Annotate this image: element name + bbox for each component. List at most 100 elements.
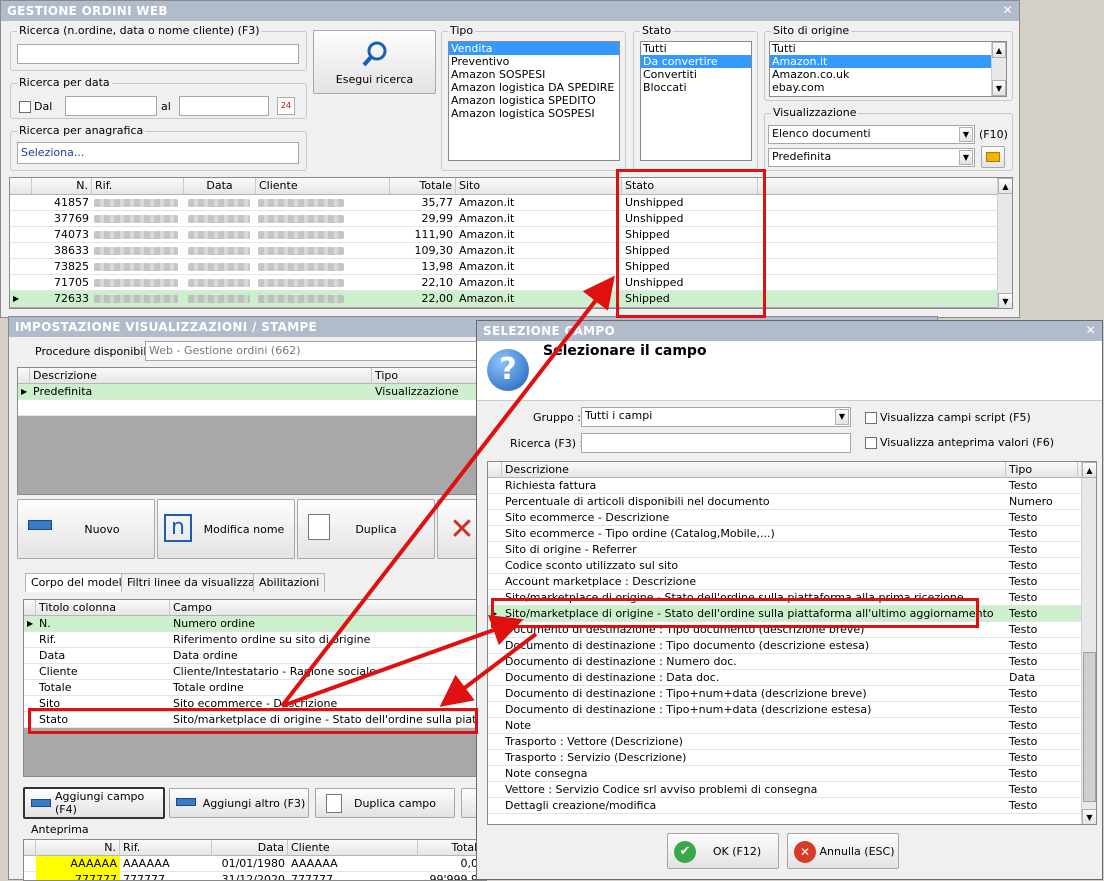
- list-item[interactable]: Amazon logistica DA SPEDIRE: [449, 81, 619, 94]
- col-descrizione[interactable]: Descrizione: [502, 462, 1006, 478]
- table-row[interactable]: ▶ N. Numero ordine: [24, 616, 486, 632]
- table-row[interactable]: Sito ecommerce - Descrizione Testo: [488, 510, 1081, 526]
- modifica-nome-button[interactable]: n Modifica nome: [157, 499, 295, 559]
- fields-select-scrollbar[interactable]: ▲ ▼: [1081, 462, 1096, 824]
- list-item[interactable]: Amazon.it: [770, 55, 1006, 68]
- anag-input[interactable]: Seleziona...: [17, 142, 299, 164]
- redacted-data: [188, 247, 250, 255]
- table-row[interactable]: Percentuale di articoli disponibili nel …: [488, 494, 1081, 510]
- orders-scrollbar[interactable]: ▲ ▼: [997, 178, 1012, 308]
- annulla-button[interactable]: ✕ Annulla (ESC): [787, 833, 899, 869]
- table-row[interactable]: Documento di destinazione : Tipo documen…: [488, 638, 1081, 654]
- orders-grid[interactable]: N. Rif. Data Cliente Totale Sito Stato 4…: [9, 177, 1013, 309]
- list-item[interactable]: Da convertire: [641, 55, 751, 68]
- list-item[interactable]: Tutti: [770, 42, 1006, 55]
- col-totale[interactable]: Totale: [390, 178, 456, 194]
- duplica-campo-button[interactable]: Duplica campo: [315, 788, 455, 818]
- table-row[interactable]: Trasporto : Servizio (Descrizione) Testo: [488, 750, 1081, 766]
- col-tipo[interactable]: Tipo: [372, 368, 486, 384]
- gruppo-combo[interactable]: Tutti i campi ▼: [581, 407, 851, 427]
- vis-combo-documenti[interactable]: Elenco documenti ▼: [768, 125, 975, 144]
- chevron-down-icon[interactable]: ▼: [959, 150, 973, 165]
- scroll-thumb[interactable]: [1083, 652, 1096, 802]
- table-row[interactable]: Rif. Riferimento ordine su sito di origin…: [24, 632, 486, 648]
- vis-combo-predefinita[interactable]: Predefinita ▼: [768, 148, 975, 167]
- table-row[interactable]: 73825 13,98 Amazon.it Shipped: [10, 259, 997, 275]
- search-input[interactable]: [17, 44, 299, 64]
- col-sito[interactable]: Sito: [456, 178, 622, 194]
- list-item[interactable]: Convertiti: [641, 68, 751, 81]
- list-item[interactable]: Amazon.co.uk: [770, 68, 1006, 81]
- tipo-list[interactable]: Vendita Preventivo Amazon SOSPESI Amazon lo…: [448, 41, 620, 161]
- col-descrizione[interactable]: Descrizione: [30, 368, 372, 384]
- sito-scrollbar[interactable]: ▲ ▼: [991, 42, 1006, 96]
- list-item[interactable]: Amazon logistica SPEDITO: [449, 94, 619, 107]
- list-item[interactable]: Amazon logistica SOSPESI: [449, 107, 619, 120]
- list-item[interactable]: ebay.com: [770, 81, 1006, 94]
- date-from-input[interactable]: [65, 96, 157, 116]
- table-row[interactable]: Data Data ordine: [24, 648, 486, 664]
- search-button[interactable]: Esegui ricerca: [313, 30, 436, 94]
- table-row[interactable]: Sito di origine - Referrer Testo: [488, 542, 1081, 558]
- table-row[interactable]: 74073 111,90 Amazon.it Shipped: [10, 227, 997, 243]
- chevron-down-icon[interactable]: ▼: [835, 409, 849, 425]
- table-row[interactable]: Sito ecommerce - Tipo ordine (Catalog,Mo…: [488, 526, 1081, 542]
- col-data[interactable]: Data: [184, 178, 256, 194]
- preview-grid[interactable]: N. Rif. Data Cliente Totale AAAAAA AAAAAA…: [23, 839, 487, 881]
- tab-filtri[interactable]: Filtri linee da visualizzare: [121, 573, 272, 592]
- chevron-down-icon[interactable]: ▼: [959, 127, 973, 142]
- ricerca-input[interactable]: [581, 433, 851, 453]
- list-item[interactable]: Tutti: [641, 42, 751, 55]
- table-row[interactable]: Dettagli creazione/modifica Testo: [488, 798, 1081, 814]
- proc-input[interactable]: Web - Gestione ordini (662): [145, 341, 485, 361]
- col-titolo[interactable]: Titolo colonna: [36, 600, 170, 616]
- table-row[interactable]: ▶ 72633 22,00 Amazon.it Shipped: [10, 291, 997, 307]
- date-from-checkbox[interactable]: Dal: [19, 100, 52, 113]
- table-row[interactable]: Documento di destinazione : Numero doc. T…: [488, 654, 1081, 670]
- folder-button[interactable]: [981, 146, 1005, 168]
- chk-script[interactable]: Visualizza campi script (F5): [865, 411, 1031, 424]
- col-cliente[interactable]: Cliente: [256, 178, 390, 194]
- tab-abilitazioni[interactable]: Abilitazioni: [253, 573, 326, 592]
- imp-model-row[interactable]: ▶ Predefinita Visualizzazione: [18, 384, 486, 400]
- table-row[interactable]: Documento di destinazione : Tipo+num+dat…: [488, 686, 1081, 702]
- col-campo[interactable]: Campo: [170, 600, 486, 616]
- table-row[interactable]: Note Testo: [488, 718, 1081, 734]
- table-row[interactable]: Cliente Cliente/Intestatario - Ragione so…: [24, 664, 486, 680]
- table-row[interactable]: 41857 35,77 Amazon.it Unshipped: [10, 195, 997, 211]
- table-row[interactable]: Trasporto : Vettore (Descrizione) Testo: [488, 734, 1081, 750]
- sito-list[interactable]: Tutti Amazon.it Amazon.co.uk ebay.com: [769, 41, 1007, 97]
- stato-list[interactable]: Tutti Da convertire Convertiti Bloccati: [640, 41, 752, 161]
- aggiungi-campo-button[interactable]: Aggiungi campo (F4): [23, 787, 165, 819]
- table-row[interactable]: Account marketplace : Descrizione Testo: [488, 574, 1081, 590]
- col-tipo[interactable]: Tipo: [1006, 462, 1078, 478]
- table-row[interactable]: Documento di destinazione : Tipo+num+dat…: [488, 702, 1081, 718]
- col-rif[interactable]: Rif.: [92, 178, 184, 194]
- list-item[interactable]: Preventivo: [449, 55, 619, 68]
- fields-select-grid[interactable]: Descrizione Tipo Richiesta fattura Testo P…: [487, 461, 1097, 825]
- table-row[interactable]: Totale Totale ordine: [24, 680, 486, 696]
- ok-button[interactable]: ✔ OK (F12): [667, 833, 779, 869]
- table-row[interactable]: 71705 22,10 Amazon.it Unshipped: [10, 275, 997, 291]
- table-row[interactable]: Documento di destinazione : Data doc. Dat…: [488, 670, 1081, 686]
- list-item[interactable]: Bloccati: [641, 81, 751, 94]
- list-item[interactable]: Amazon SOSPESI: [449, 68, 619, 81]
- aggiungi-altro-button[interactable]: Aggiungi altro (F3): [169, 788, 309, 818]
- table-row[interactable]: Vettore : Servizio Codice srl avviso pro…: [488, 782, 1081, 798]
- table-row[interactable]: Codice sconto utilizzato sul sito Testo: [488, 558, 1081, 574]
- table-row[interactable]: 38633 109,30 Amazon.it Shipped: [10, 243, 997, 259]
- close-icon[interactable]: ✕: [1086, 323, 1096, 337]
- table-row[interactable]: 37769 29,99 Amazon.it Unshipped: [10, 211, 997, 227]
- chk-anteprima[interactable]: Visualizza anteprima valori (F6): [865, 436, 1054, 449]
- date-to-input[interactable]: [179, 96, 269, 116]
- nuovo-button[interactable]: Nuovo: [17, 499, 155, 559]
- list-item[interactable]: Vendita: [449, 42, 619, 55]
- close-icon[interactable]: ✕: [1003, 3, 1013, 17]
- duplica-button[interactable]: Duplica: [297, 499, 435, 559]
- calendar-icon[interactable]: 24: [277, 97, 295, 115]
- imp-models-grid[interactable]: Descrizione Tipo ▶ Predefinita Visualizz…: [17, 367, 487, 495]
- fields-grid[interactable]: Titolo colonna Campo ▶ N. Numero ordine Rif…: [23, 599, 487, 777]
- table-row[interactable]: Note consegna Testo: [488, 766, 1081, 782]
- col-n[interactable]: N.: [32, 178, 92, 194]
- table-row[interactable]: Richiesta fattura Testo: [488, 478, 1081, 494]
